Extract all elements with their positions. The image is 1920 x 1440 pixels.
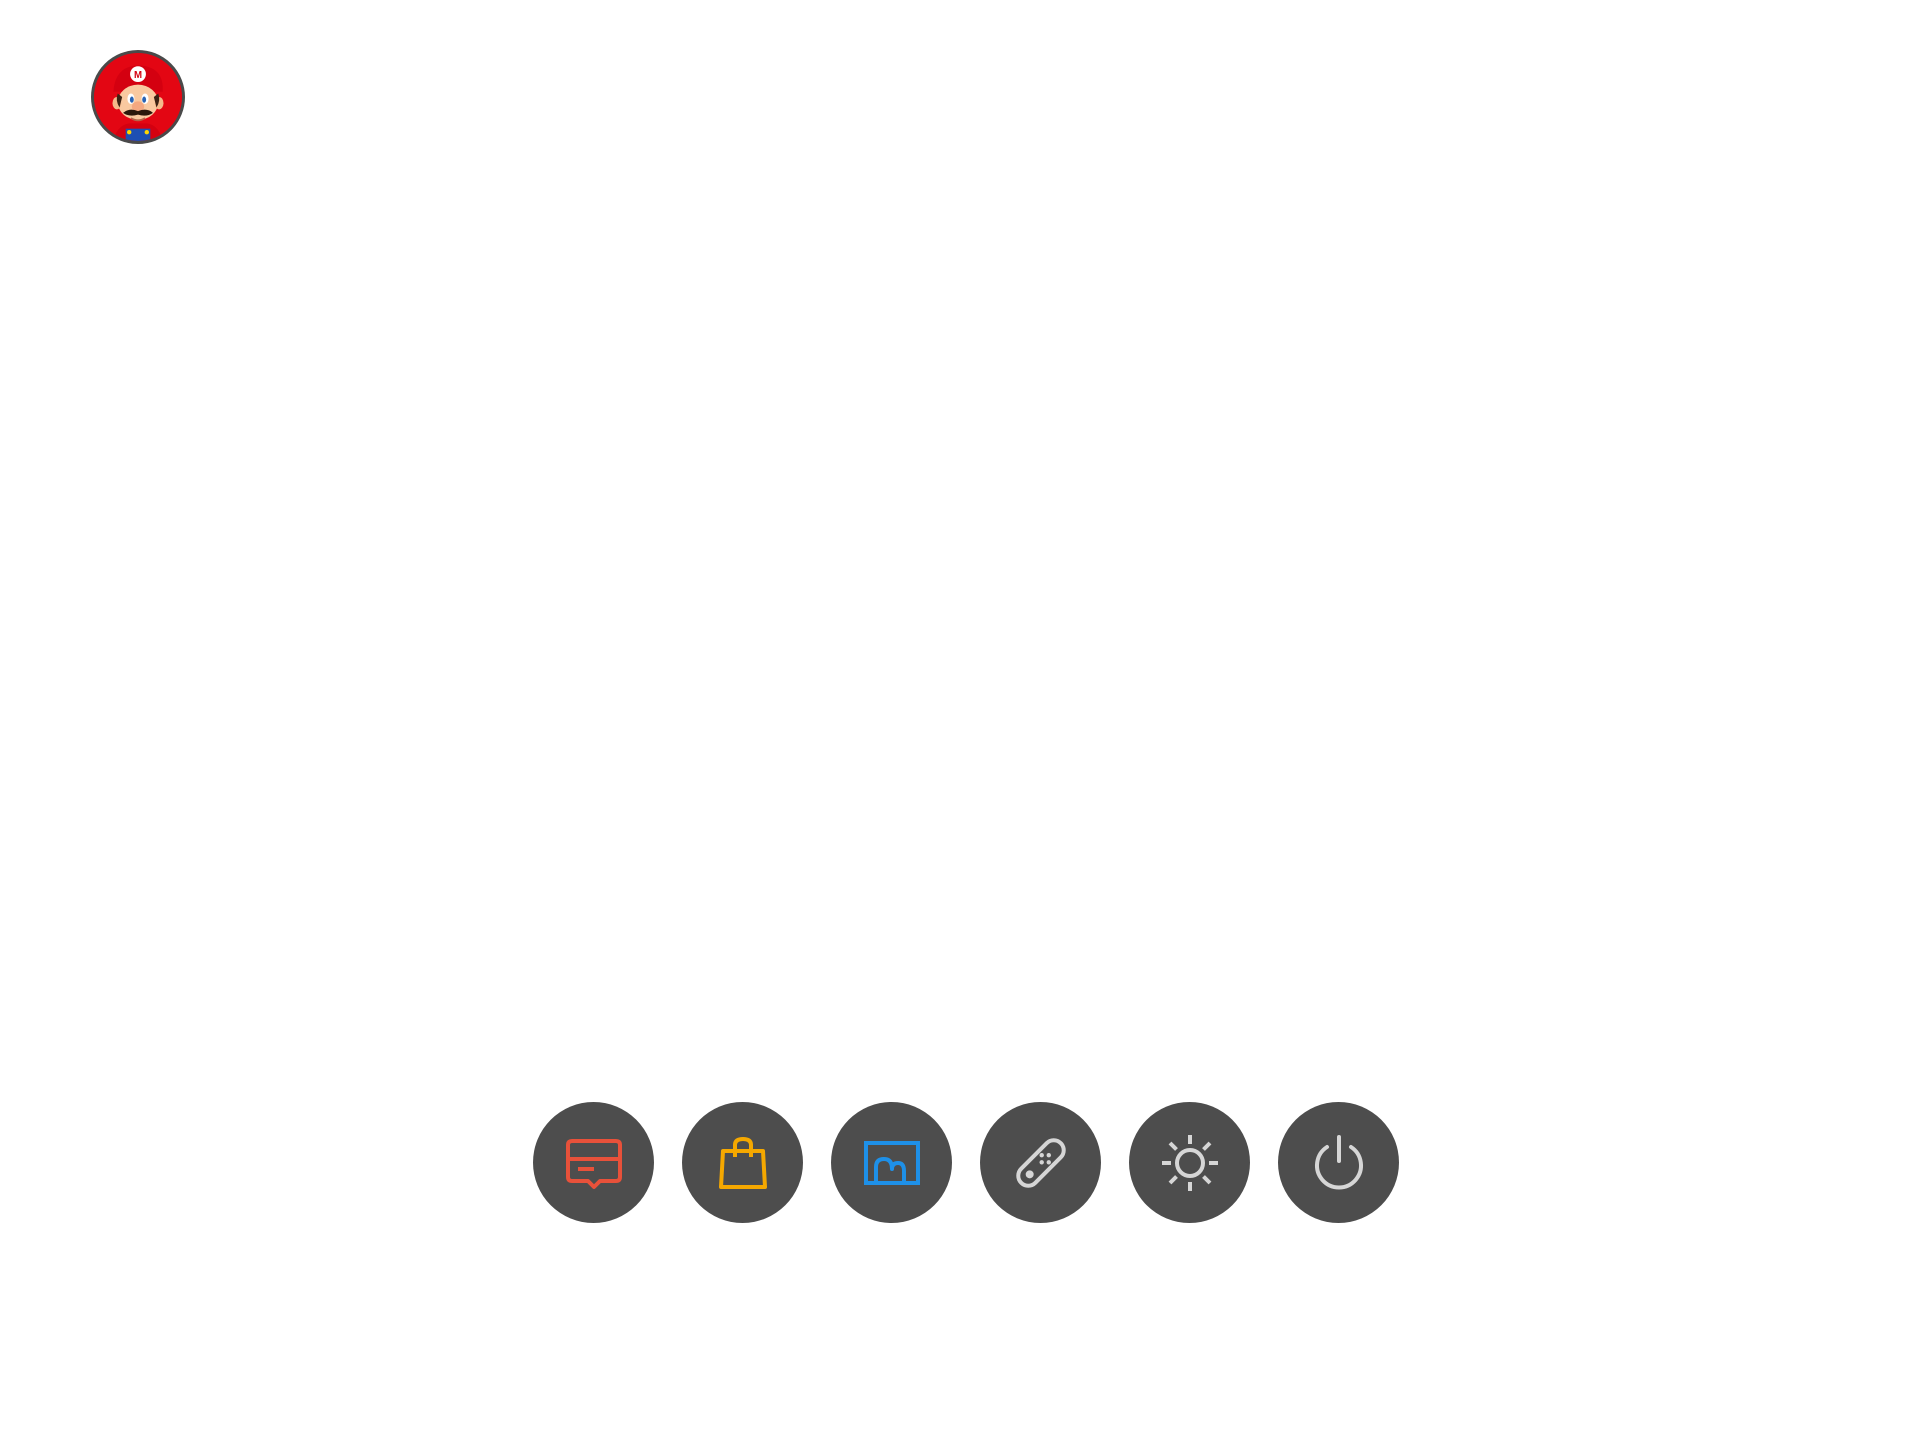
news-button[interactable] bbox=[533, 1102, 654, 1223]
home-dock bbox=[533, 1102, 1399, 1223]
mario-avatar-icon: M bbox=[94, 53, 182, 141]
user-avatar[interactable]: M bbox=[91, 50, 185, 144]
shopping-bag-icon bbox=[711, 1131, 775, 1195]
news-icon bbox=[562, 1131, 626, 1195]
power-icon bbox=[1307, 1131, 1371, 1195]
controllers-button[interactable] bbox=[980, 1102, 1101, 1223]
controller-icon bbox=[1009, 1131, 1073, 1195]
album-icon bbox=[860, 1131, 924, 1195]
album-button[interactable] bbox=[831, 1102, 952, 1223]
eshop-button[interactable] bbox=[682, 1102, 803, 1223]
sleep-mode-button[interactable] bbox=[1278, 1102, 1399, 1223]
gear-icon bbox=[1158, 1131, 1222, 1195]
system-settings-button[interactable] bbox=[1129, 1102, 1250, 1223]
svg-text:M: M bbox=[134, 70, 142, 81]
